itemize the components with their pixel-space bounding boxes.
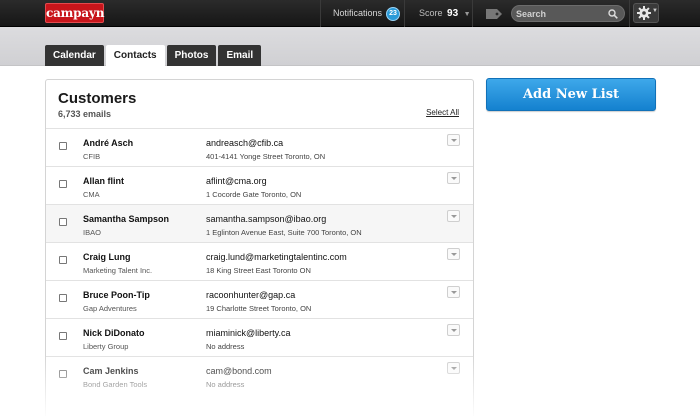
contact-email: samantha.sampson@ibao.org	[206, 214, 327, 224]
row-menu-dropdown[interactable]	[447, 210, 460, 222]
contact-organization: Gap Adventures	[83, 304, 137, 313]
contact-email: andreasch@cfib.ca	[206, 138, 284, 148]
row-checkbox[interactable]	[59, 218, 67, 226]
contact-address: 1 Eglinton Avenue East, Suite 700 Toront…	[206, 228, 362, 237]
contact-name: Allan flint	[83, 176, 124, 186]
contact-row[interactable]: Samantha Sampson IBAO samantha.sampson@i…	[46, 204, 473, 242]
chevron-down-icon: ▼	[463, 11, 471, 18]
contact-name: Bruce Poon-Tip	[83, 290, 150, 300]
row-menu-dropdown[interactable]	[447, 286, 460, 298]
contact-list-card: Customers 6,733 emails Select All André …	[45, 79, 474, 416]
contact-name: Cam Jenkins	[83, 366, 139, 376]
contact-row[interactable]: Allan flint CMA aflint@cma.org 1 Cocorde…	[46, 166, 473, 204]
contact-address: 401-4141 Yonge Street Toronto, ON	[206, 152, 326, 161]
topbar-divider	[320, 0, 321, 27]
settings-button[interactable]: ▼	[633, 3, 659, 23]
contact-row[interactable]: Bruce Poon-Tip Gap Adventures racoonhunt…	[46, 280, 473, 318]
top-bar: campayn Notifications 23 Score 93 ▼ Sear…	[0, 0, 700, 27]
list-title: Customers	[58, 90, 137, 107]
topbar-divider	[472, 0, 473, 27]
main-tabs: Calendar Contacts Photos Email	[45, 45, 262, 66]
tab-calendar[interactable]: Calendar	[45, 45, 104, 66]
contact-email: craig.lund@marketingtalentinc.com	[206, 252, 347, 262]
contact-name: Nick DiDonato	[83, 328, 145, 338]
contact-address: 18 King Street East Toronto ON	[206, 266, 311, 275]
contact-organization: Marketing Talent Inc.	[83, 266, 153, 275]
notifications-button[interactable]: Notifications 23	[333, 0, 401, 27]
contact-email: aflint@cma.org	[206, 176, 267, 186]
contact-organization: Bond Garden Tools	[83, 380, 148, 389]
row-checkbox[interactable]	[59, 294, 67, 302]
search-icon[interactable]	[608, 9, 618, 19]
row-checkbox[interactable]	[59, 180, 67, 188]
list-email-count: 6,733 emails	[58, 109, 112, 119]
contact-organization: CFIB	[83, 152, 101, 161]
row-checkbox[interactable]	[59, 332, 67, 340]
tab-contacts[interactable]: Contacts	[105, 45, 165, 66]
notifications-label: Notifications	[333, 8, 383, 18]
tab-photos[interactable]: Photos	[166, 45, 217, 66]
score-label: Score	[419, 8, 443, 18]
row-menu-dropdown[interactable]	[447, 172, 460, 184]
search-box[interactable]	[511, 5, 625, 22]
row-menu-dropdown[interactable]	[447, 248, 460, 260]
contact-address: No address	[206, 342, 245, 351]
search-input[interactable]	[516, 7, 606, 20]
contact-name: Craig Lung	[83, 252, 131, 262]
contact-organization: IBAO	[83, 228, 101, 237]
topbar-divider	[629, 0, 630, 27]
row-checkbox[interactable]	[59, 370, 67, 378]
contact-row[interactable]: Cam Jenkins Bond Garden Tools cam@bond.c…	[46, 356, 473, 394]
tab-email[interactable]: Email	[218, 45, 262, 66]
contact-address: No address	[206, 380, 245, 389]
row-checkbox[interactable]	[59, 256, 67, 264]
row-menu-dropdown[interactable]	[447, 324, 460, 336]
row-menu-dropdown[interactable]	[447, 362, 460, 374]
contact-row[interactable]: Nick DiDonato Liberty Group miaminick@li…	[46, 318, 473, 356]
topbar-divider	[404, 0, 405, 27]
contact-organization: Liberty Group	[83, 342, 129, 351]
contact-email: miaminick@liberty.ca	[206, 328, 291, 338]
score-dropdown[interactable]: Score 93 ▼	[419, 0, 471, 27]
contact-address: 19 Charlotte Street Toronto, ON	[206, 304, 312, 313]
row-checkbox[interactable]	[59, 142, 67, 150]
row-menu-dropdown[interactable]	[447, 134, 460, 146]
add-new-list-button[interactable]: Add New List	[486, 78, 656, 111]
campayn-logo[interactable]: campayn	[45, 3, 104, 23]
contact-name: André Asch	[83, 138, 134, 148]
contact-name: Samantha Sampson	[83, 214, 170, 224]
contact-row[interactable]: Craig Lung Marketing Talent Inc. craig.l…	[46, 242, 473, 280]
contact-organization: CMA	[83, 190, 100, 199]
contact-address: 1 Cocorde Gate Toronto, ON	[206, 190, 302, 199]
select-all-link[interactable]: Select All	[426, 108, 459, 117]
contact-email: racoonhunter@gap.ca	[206, 290, 296, 300]
chevron-down-icon: ▼	[652, 8, 658, 14]
contact-email: cam@bond.com	[206, 366, 272, 376]
gear-icon	[637, 6, 651, 20]
contact-rows: André Asch CFIB andreasch@cfib.ca 401-41…	[46, 128, 473, 394]
score-value: 93	[447, 8, 459, 19]
tag-icon[interactable]	[486, 9, 502, 19]
notifications-count-badge: 23	[386, 6, 401, 21]
contact-row[interactable]: André Asch CFIB andreasch@cfib.ca 401-41…	[46, 128, 473, 166]
